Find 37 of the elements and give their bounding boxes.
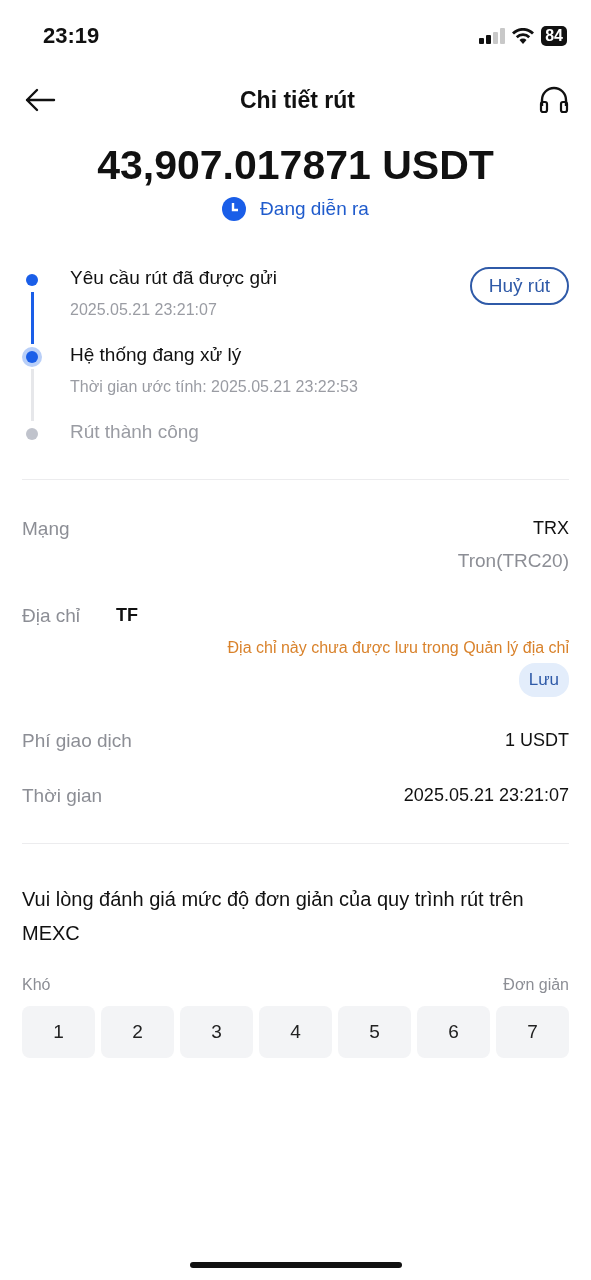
step-time: 2025.05.21 23:21:07 [70,301,218,319]
detail-value: TF [116,605,139,627]
wifi-icon [512,28,535,44]
detail-value: TRX [533,518,569,540]
detail-value: 2025.05.21 23:21:07 [403,785,569,807]
network-name: Tron(TRC20) [457,550,569,572]
signal-icon [479,28,506,44]
step-time: Thời gian ước tính: 2025.05.21 23:22:53 [70,378,358,396]
detail-label: Thời gian [22,785,103,807]
cancel-withdraw-button[interactable]: Huỷ rút [469,267,569,305]
scale-low-label: Khó [22,976,51,994]
step-title: Hệ thống đang xử lý [70,344,243,366]
rating-option[interactable]: 7 [496,1006,569,1058]
scale-high-label: Đơn giản [503,976,569,994]
status-time: 23:19 [43,23,100,49]
rating-option[interactable]: 1 [22,1006,95,1058]
rating-option[interactable]: 3 [180,1006,253,1058]
rating-question: Vui lòng đánh giá mức độ đơn giản của quy trình rút trên MEXC [22,887,525,946]
rating-option[interactable]: 6 [417,1006,490,1058]
rating-option[interactable]: 4 [259,1006,332,1058]
detail-label: Địa chỉ [22,605,81,627]
address-warning: Địa chỉ này chưa được lưu trong Quản lý địa chỉ [227,639,569,657]
detail-label: Phí giao dịch [22,730,132,752]
rating-option[interactable]: 5 [338,1006,411,1058]
step-title: Yêu cầu rút đã được gửi [70,267,277,289]
battery-indicator: 84 [541,26,567,46]
withdraw-amount: 43,907.017871 USDT [96,142,495,189]
detail-value: 1 USDT [505,730,569,752]
headset-icon[interactable] [539,86,569,114]
save-address-button[interactable]: Lưu [518,663,569,697]
page-title: Chi tiết rút [240,86,355,114]
step-title: Rút thành công [70,421,199,443]
clock-icon [222,197,247,221]
detail-label: Mạng [22,518,70,540]
status-label: Đang diễn ra [260,198,369,220]
rating-option[interactable]: 2 [101,1006,174,1058]
back-arrow-icon[interactable] [24,88,56,112]
